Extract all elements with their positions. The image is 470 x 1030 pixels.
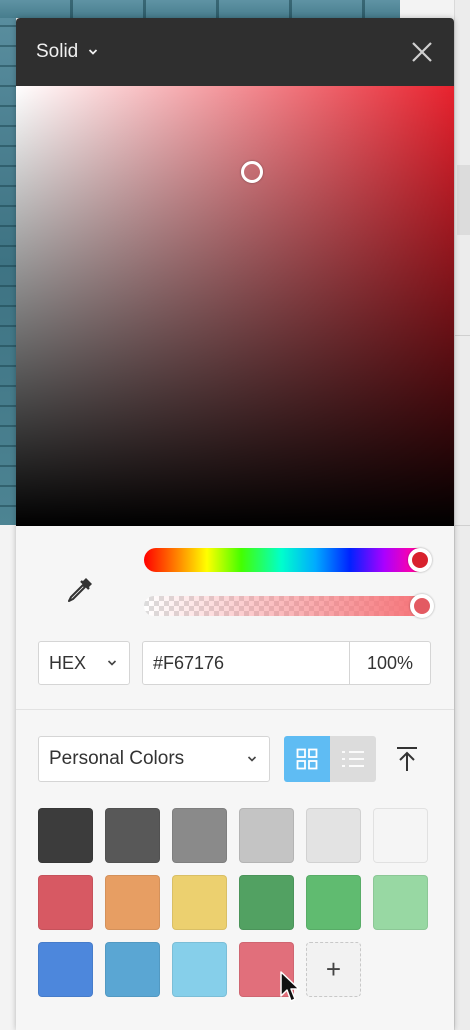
picker-header: Solid	[16, 18, 454, 86]
fill-mode-dropdown[interactable]: Solid	[36, 41, 98, 63]
palette-select[interactable]: Personal Colors	[38, 736, 270, 782]
color-swatch[interactable]	[373, 875, 428, 930]
eyedropper-button[interactable]	[62, 572, 98, 608]
chevron-down-icon	[89, 49, 98, 55]
color-picker-panel: Solid HEX #F67176 100% Personal Colors +	[16, 18, 454, 1030]
saturation-value-area[interactable]	[16, 86, 454, 526]
color-format-select[interactable]: HEX	[38, 641, 130, 685]
list-view-icon	[342, 751, 364, 767]
color-swatch[interactable]	[105, 808, 160, 863]
opacity-value-input[interactable]: 100%	[349, 641, 431, 685]
section-divider	[16, 709, 454, 710]
background-scroll-thumb	[457, 165, 470, 235]
color-swatch[interactable]	[239, 808, 294, 863]
background-divider	[455, 525, 470, 526]
background-image-wall	[0, 0, 16, 525]
mouse-cursor-icon	[280, 971, 300, 1002]
saturation-value-handle[interactable]	[241, 161, 263, 183]
color-swatch[interactable]	[239, 875, 294, 930]
color-swatch[interactable]	[38, 942, 93, 997]
color-swatch[interactable]	[38, 875, 93, 930]
color-swatch[interactable]	[306, 875, 361, 930]
color-swatch[interactable]	[172, 808, 227, 863]
hex-value-input[interactable]: #F67176	[142, 641, 350, 685]
color-swatch[interactable]	[172, 875, 227, 930]
color-swatch[interactable]	[373, 808, 428, 863]
color-swatch[interactable]	[105, 875, 160, 930]
color-swatch[interactable]	[172, 942, 227, 997]
fill-mode-label: Solid	[36, 41, 79, 62]
palette-view-toggle	[284, 736, 376, 782]
add-swatch-button[interactable]: +	[306, 942, 361, 997]
background-image-top	[0, 0, 400, 18]
color-swatch[interactable]	[306, 808, 361, 863]
upload-icon	[397, 747, 417, 771]
background-panel-edge	[454, 0, 470, 1030]
close-icon	[412, 42, 432, 62]
color-swatch[interactable]	[38, 808, 93, 863]
grid-view-button[interactable]	[284, 736, 330, 782]
eyedropper-icon	[68, 578, 92, 602]
background-divider	[455, 335, 470, 336]
swatch-grid: +	[38, 808, 438, 997]
opacity-slider-handle[interactable]	[410, 594, 434, 618]
upload-button[interactable]	[392, 744, 422, 774]
picker-controls: HEX #F67176 100% Personal Colors +	[16, 526, 454, 1030]
palette-select-label: Personal Colors	[49, 748, 185, 769]
list-view-button[interactable]	[330, 736, 376, 782]
hue-slider[interactable]	[144, 548, 432, 572]
chevron-down-icon	[107, 660, 117, 666]
hue-slider-handle[interactable]	[408, 548, 432, 572]
color-swatch[interactable]	[105, 942, 160, 997]
color-format-label: HEX	[49, 652, 87, 673]
opacity-slider[interactable]	[144, 594, 434, 618]
chevron-down-icon	[247, 756, 257, 762]
grid-view-icon	[296, 748, 318, 770]
close-button[interactable]	[410, 40, 434, 64]
